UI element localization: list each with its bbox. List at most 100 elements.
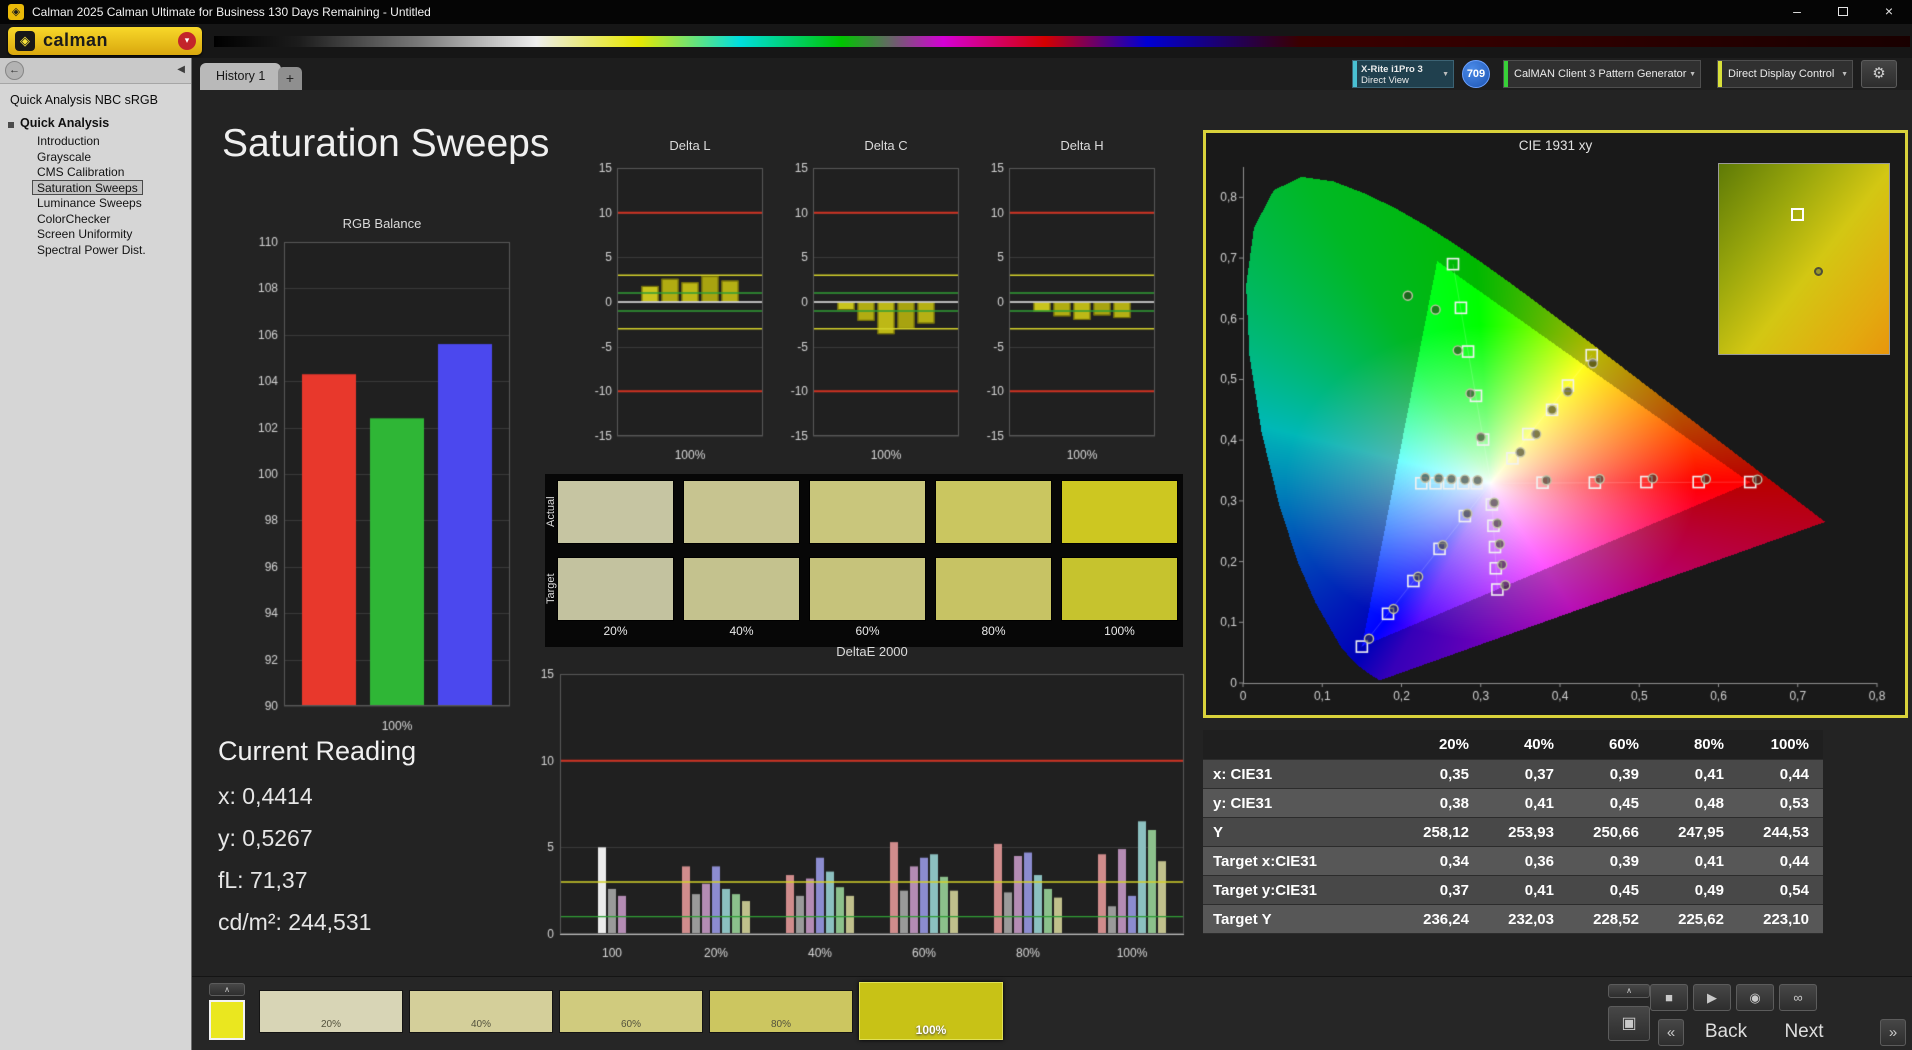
meter-dropdown[interactable]: X-Rite i1Pro 3 Direct View ▼	[1352, 60, 1454, 88]
table-cell: 0,41	[1524, 882, 1554, 899]
current-reading-values: x: 0,4414 y: 0,5267 fL: 71,37 cd/m²: 244,53…	[218, 783, 416, 936]
calman-logo-text: calman	[43, 30, 109, 50]
table-cell: 0,41	[1524, 795, 1554, 812]
chevron-right-icon: »	[1888, 1024, 1898, 1041]
display-control-dropdown[interactable]: Direct Display Control ▼	[1717, 60, 1853, 88]
table-cell: 0,45	[1609, 882, 1639, 899]
pattern-button-100[interactable]: 100%	[859, 982, 1003, 1040]
transport-play-button[interactable]: ▶	[1693, 984, 1731, 1011]
current-pattern-color-swatch[interactable]	[209, 1000, 245, 1040]
table-row: Target y:CIE31 0,37 0,41 0,45 0,49 0,54	[1203, 876, 1823, 905]
cie-1931-title: CIE 1931 xy	[1518, 138, 1593, 153]
main-content: Saturation Sweeps RGB Balance Delta L De…	[192, 90, 1912, 976]
swatch-column-label-40: 40%	[729, 624, 754, 638]
table-cell: 250,66	[1593, 824, 1639, 841]
calman-app-window: ◈ Calman 2025 Calman Ultimate for Busine…	[0, 0, 1912, 1050]
pattern-button-80[interactable]: 80%	[709, 990, 853, 1033]
transport-capture-button[interactable]: ◉	[1736, 984, 1774, 1011]
swatch-actual-40	[683, 480, 800, 544]
sidebar-item-luminance-sweeps[interactable]: Luminance Sweeps	[32, 195, 147, 211]
swatch-target-40	[683, 557, 800, 621]
sidebar-item-introduction[interactable]: Introduction	[32, 133, 105, 149]
sidebar-item-cms-calibration[interactable]: CMS Calibration	[32, 164, 129, 180]
table-cell: 0,34	[1439, 853, 1469, 870]
table-cell: 0,48	[1694, 795, 1724, 812]
sidebar-item-grayscale[interactable]: Grayscale	[32, 149, 96, 165]
table-header-row: 20% 40% 60% 80% 100%	[1203, 730, 1823, 760]
pattern-button-40[interactable]: 40%	[409, 990, 553, 1033]
toolbar: ◈ calman ▾	[0, 24, 1912, 58]
rgb-balance-title: RGB Balance	[342, 216, 422, 231]
current-reading-line: fL: 71,37	[218, 867, 308, 893]
transport-stop-button[interactable]: ■	[1650, 984, 1688, 1011]
previous-page-button[interactable]: «	[1658, 1019, 1684, 1046]
swatch-column-label-100: 100%	[1104, 624, 1135, 638]
sidebar-item-colorchecker[interactable]: ColorChecker	[32, 211, 115, 227]
sidebar-item-spectral-power-dist[interactable]: Spectral Power Dist.	[32, 242, 151, 258]
display-control-accent	[1718, 61, 1722, 87]
table-row: Target x:CIE31 0,34 0,36 0,39 0,41 0,44	[1203, 847, 1823, 876]
table-cell: 225,62	[1678, 911, 1724, 928]
calman-logo-button[interactable]: ◈ calman ▾	[8, 27, 202, 55]
cie-zoom-inset	[1718, 163, 1890, 355]
table-header-cell: 20%	[1438, 736, 1469, 753]
pattern-color-expand-button[interactable]: ∧	[209, 983, 245, 996]
pattern-label: 40%	[470, 1019, 491, 1030]
next-page-button[interactable]: »	[1880, 1019, 1906, 1046]
collapse-sidebar-button[interactable]: ◀	[177, 64, 185, 75]
actual-target-swatch-panel: Actual Target 20% 40% 60% 80% 100%	[545, 474, 1183, 647]
swatch-actual-60	[809, 480, 926, 544]
saturation-data-table: 20% 40% 60% 80% 100% x: CIE31 0,35 0,37 0,39 0,41…	[1203, 730, 1823, 934]
table-cell: 0,36	[1524, 853, 1554, 870]
table-cell: 0,39	[1609, 853, 1639, 870]
pattern-generator-accent	[1504, 61, 1508, 87]
pattern-generator-dropdown[interactable]: CalMAN Client 3 Pattern Generator ▼	[1503, 60, 1701, 88]
table-cell: 244,53	[1763, 824, 1809, 841]
link-icon: ∞	[1793, 990, 1803, 1005]
workflow-title: Quick Analysis NBC sRGB	[10, 93, 158, 107]
sidebar-item-saturation-sweeps[interactable]: Saturation Sweeps	[32, 179, 143, 195]
current-reading-block: Current Reading x: 0,4414 y: 0,5267 fL: 71…	[218, 736, 416, 951]
sidebar-header-strip: ← ◀	[0, 58, 191, 84]
table-cell: 258,12	[1423, 824, 1469, 841]
next-button[interactable]: Next	[1768, 1021, 1840, 1043]
tab-history-1[interactable]: History 1	[200, 63, 282, 90]
rgb-balance-chart	[240, 236, 520, 742]
table-cell: 0,54	[1779, 882, 1809, 899]
gear-icon: ⚙	[1872, 65, 1886, 82]
logo-dropdown-icon[interactable]: ▾	[178, 32, 196, 50]
back-button[interactable]: Back	[1690, 1021, 1762, 1043]
table-cell: 0,37	[1439, 882, 1469, 899]
table-cell: 223,10	[1763, 911, 1809, 928]
maximize-button[interactable]	[1820, 0, 1866, 24]
table-cell: 0,49	[1694, 882, 1724, 899]
transport-link-button[interactable]: ∞	[1779, 984, 1817, 1011]
table-row-label: x: CIE31	[1213, 766, 1273, 783]
settings-button[interactable]: ⚙	[1861, 60, 1897, 88]
minimize-button[interactable]: –	[1774, 0, 1820, 24]
sidebar-item-screen-uniformity[interactable]: Screen Uniformity	[32, 226, 137, 242]
close-button[interactable]: ×	[1866, 0, 1912, 24]
pattern-label: 60%	[620, 1019, 641, 1030]
table-header-cell	[1203, 730, 1398, 759]
current-reading-title: Current Reading	[218, 736, 417, 766]
transport-expand-button[interactable]: ∧	[1608, 984, 1650, 998]
pattern-button-60[interactable]: 60%	[559, 990, 703, 1033]
colorspace-709-badge[interactable]: 709	[1462, 60, 1490, 88]
display-control-label: Direct Display Control	[1728, 68, 1835, 80]
table-cell: 0,35	[1439, 766, 1469, 783]
deltae-2000-title: DeltaE 2000	[836, 644, 908, 659]
meter-accent	[1353, 61, 1357, 87]
table-cell: 0,44	[1779, 766, 1809, 783]
pattern-label: 80%	[770, 1019, 791, 1030]
table-cell: 0,39	[1609, 766, 1639, 783]
pattern-window-button[interactable]: ▣	[1608, 1006, 1650, 1041]
play-icon: ▶	[1707, 990, 1717, 1005]
chevron-down-icon: ▼	[1442, 71, 1449, 78]
back-arrow-button[interactable]: ←	[5, 61, 24, 80]
pattern-generator-label: CalMAN Client 3 Pattern Generator	[1514, 68, 1687, 80]
add-tab-button[interactable]: +	[278, 67, 302, 90]
swatch-column-label-60: 60%	[855, 624, 880, 638]
tree-root-quick-analysis[interactable]: Quick Analysis	[0, 112, 191, 133]
pattern-button-20[interactable]: 20%	[259, 990, 403, 1033]
